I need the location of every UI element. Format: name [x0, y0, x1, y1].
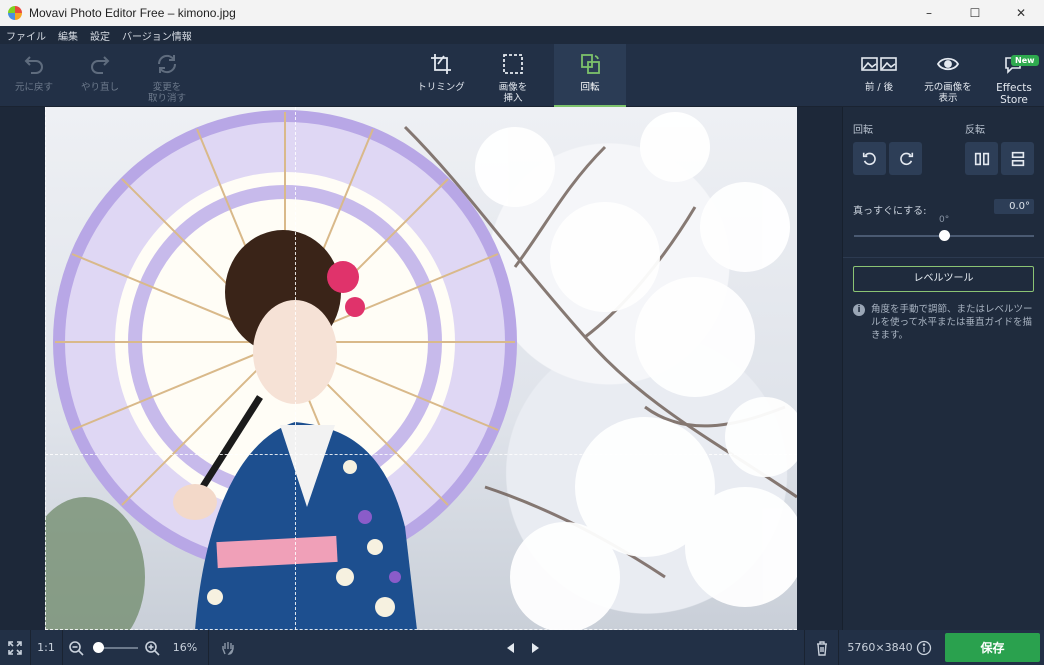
- revert-icon: [157, 54, 177, 74]
- previous-image-button[interactable]: [502, 630, 520, 665]
- angle-zero-marker: 0°: [939, 215, 950, 225]
- flip-horizontal-icon: [974, 152, 989, 165]
- menu-bar: ファイル 編集 設定 バージョン情報: [0, 26, 1044, 44]
- next-arrow-icon: [532, 642, 539, 653]
- menu-about[interactable]: バージョン情報: [122, 28, 192, 43]
- before-after-icon: [861, 57, 897, 71]
- insert-label-2: 挿入: [503, 93, 523, 104]
- crop-label: トリミング: [417, 82, 465, 93]
- hand-tool-button[interactable]: [216, 630, 240, 665]
- level-tool-info-text: 角度を手動で調節、またはレベルツールを使って水平または垂直ガイドを描きます。: [871, 304, 1033, 341]
- crop-guide-left: [45, 107, 46, 630]
- hand-icon: [222, 641, 234, 655]
- zoom-level: 16%: [172, 641, 198, 654]
- zoom-in-button[interactable]: [142, 630, 162, 665]
- new-badge: New: [1011, 55, 1039, 66]
- show-original-label-1: 元の画像を: [924, 82, 972, 93]
- insert-label-1: 画像を: [498, 82, 528, 93]
- rotate-left-icon: [862, 152, 876, 165]
- crop-tool-button[interactable]: トリミング: [410, 44, 472, 107]
- rotate-right-button[interactable]: [889, 142, 922, 175]
- undo-button[interactable]: 元に戻す: [6, 44, 62, 107]
- zoom-out-button[interactable]: [66, 630, 86, 665]
- undo-label: 元に戻す: [14, 82, 53, 93]
- fullscreen-icon: [8, 640, 22, 655]
- redo-label: やり直し: [80, 82, 119, 93]
- before-after-label: 前 / 後: [864, 82, 894, 93]
- menu-settings[interactable]: 設定: [90, 28, 110, 43]
- image-dimensions: 5760×3840: [847, 641, 913, 654]
- next-image-button[interactable]: [526, 630, 544, 665]
- rotate-left-button[interactable]: [853, 142, 886, 175]
- maximize-button[interactable]: ☐: [952, 0, 998, 26]
- separator: [62, 630, 63, 665]
- info-circle-icon: [916, 640, 932, 655]
- redo-icon: [91, 56, 110, 74]
- minimize-button[interactable]: –: [906, 0, 952, 26]
- flip-section-label: 反転: [965, 125, 985, 136]
- zoom-out-icon: [69, 640, 84, 656]
- actual-size-button[interactable]: 1:1: [34, 630, 58, 665]
- zoom-in-icon: [145, 640, 160, 656]
- separator: [804, 630, 805, 665]
- crop-icon: [431, 54, 451, 74]
- panel-divider: [843, 257, 1044, 258]
- info-icon: i: [853, 304, 865, 316]
- separator: [208, 630, 209, 665]
- trash-icon: [817, 640, 827, 656]
- bottom-bar: 1:1 16% 5760×3840 保存: [0, 630, 1044, 665]
- separator: [838, 630, 839, 665]
- show-original-label-2: 表示: [938, 93, 958, 104]
- level-tool-info: i 角度を手動で調節、またはレベルツールを使って水平または垂直ガイドを描きます。: [853, 303, 1037, 342]
- revert-label-2: 取り消す: [147, 93, 186, 104]
- revert-button[interactable]: 変更を 取り消す: [138, 44, 196, 107]
- rotate-tool-icon: [581, 54, 600, 74]
- rotate-tool-label: 回転: [580, 82, 600, 93]
- flip-vertical-button[interactable]: [1001, 142, 1034, 175]
- insert-image-button[interactable]: 画像を 挿入: [480, 44, 546, 107]
- show-original-button[interactable]: 元の画像を 表示: [914, 44, 982, 107]
- rotate-tool-button[interactable]: 回転: [554, 44, 626, 107]
- save-button[interactable]: 保存: [945, 633, 1040, 662]
- image-canvas[interactable]: [0, 107, 842, 630]
- zoom-slider-thumb[interactable]: [92, 642, 104, 653]
- level-tool-button[interactable]: レベルツール: [853, 266, 1034, 292]
- redo-button[interactable]: やり直し: [72, 44, 128, 107]
- fit-to-screen-button[interactable]: [4, 630, 26, 665]
- window-title: Movavi Photo Editor Free – kimono.jpg: [29, 6, 236, 20]
- photo-illustration: [45, 110, 797, 630]
- close-button[interactable]: ✕: [998, 0, 1044, 26]
- straighten-slider-thumb[interactable]: [938, 230, 950, 241]
- insert-image-icon: [503, 54, 523, 74]
- menu-edit[interactable]: 編集: [58, 28, 78, 43]
- photo-kimono[interactable]: [45, 107, 797, 630]
- image-info-button[interactable]: [914, 630, 934, 665]
- straighten-label: 真っすぐにする:: [853, 206, 927, 217]
- movavi-app-icon: [8, 6, 22, 20]
- flip-horizontal-button[interactable]: [965, 142, 998, 175]
- toolbar: 元に戻す やり直し 変更を 取り消す トリミング 画像を 挿入 回転 前 / 後 元…: [0, 44, 1044, 107]
- title-bar: Movavi Photo Editor Free – kimono.jpg – …: [0, 0, 1044, 26]
- crop-guide-vertical: [295, 107, 296, 630]
- rotate-section-label: 回転: [853, 125, 873, 136]
- eye-icon: [936, 57, 960, 71]
- separator: [30, 630, 31, 665]
- flip-vertical-icon: [1011, 151, 1024, 166]
- effects-store-button[interactable]: New Effects Store: [986, 44, 1042, 107]
- before-after-button[interactable]: 前 / 後: [850, 44, 908, 107]
- angle-input[interactable]: 0.0°: [994, 199, 1034, 214]
- rotate-panel: 回転 反転 真っすぐにする: 0.0° 0° レベルツール i 角度を手動で調節…: [842, 107, 1044, 630]
- effects-store-label-2: Store: [1000, 94, 1028, 106]
- rotate-right-icon: [899, 152, 913, 165]
- delete-button[interactable]: [810, 630, 834, 665]
- crop-guide-horizontal: [45, 454, 797, 455]
- undo-icon: [24, 56, 43, 74]
- prev-arrow-icon: [507, 642, 514, 653]
- revert-label-1: 変更を: [152, 82, 182, 93]
- effects-store-label-1: Effects: [996, 82, 1032, 94]
- menu-file[interactable]: ファイル: [6, 28, 46, 43]
